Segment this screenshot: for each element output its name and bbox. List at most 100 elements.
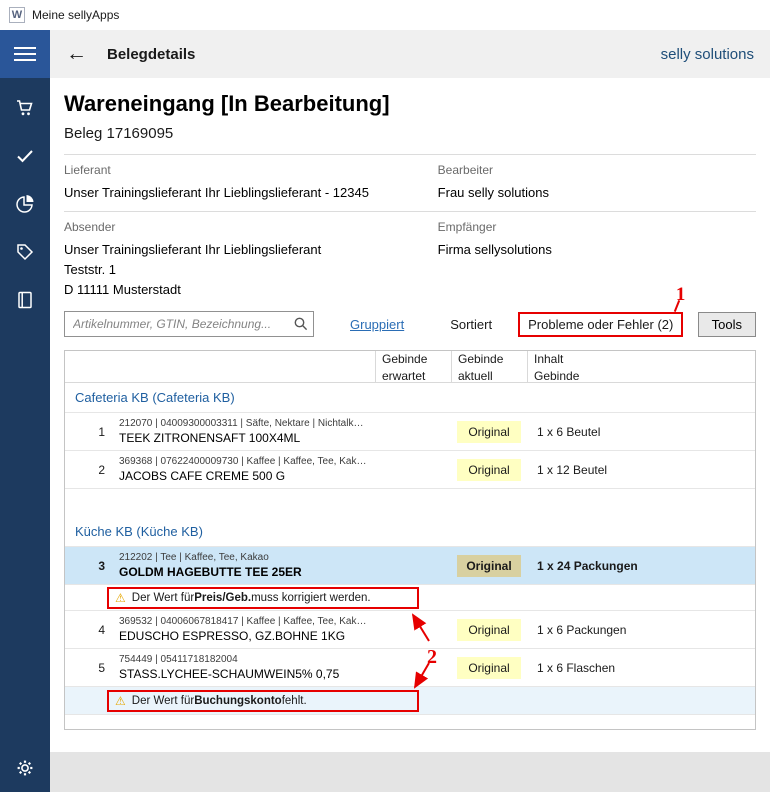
search-icon[interactable] [293,316,309,335]
row-number: 5 [65,649,111,686]
gebinde-aktuell-badge[interactable]: Original [457,619,521,641]
table-row-selected[interactable]: 3 212202 | Tee | Kaffee, Tee, Kakao GOLD… [65,547,755,585]
inhalt-cell: 1 x 6 Packungen [527,611,755,648]
field-empfaenger: Empfänger Firma sellysolutions [438,220,756,300]
field-label: Absender [64,220,438,234]
group-header-label: Cafeteria KB (Cafeteria KB) [75,390,235,405]
group-header-kueche[interactable]: Küche KB (Küche KB) [65,517,755,547]
warning-text: Der Wert für [132,695,194,707]
article-info: 754449 | 05411718182004 [119,654,367,665]
article-info: 369368 | 07622400009730 | Kaffee | Kaffe… [119,456,367,467]
field-label: Empfänger [438,220,756,234]
tools-button[interactable]: Tools [698,312,756,337]
row-number: 2 [65,451,111,488]
warning-message-buchungskonto: ⚠ Der Wert für Buchungskonto fehlt. [107,690,419,712]
tag-icon[interactable] [0,228,50,276]
app-icon: W [9,7,25,23]
field-absender: Absender Unser Trainingslieferant Ihr Li… [64,220,438,300]
article-cell: 212070 | 04009300003311 | Säfte, Nektare… [111,413,375,450]
table-bottom-padding [65,715,755,729]
article-name: STASS.LYCHEE-SCHAUMWEIN5% 0,75 [119,667,367,681]
field-value: Frau selly solutions [438,183,756,203]
problems-filter[interactable]: Probleme oder Fehler (2) [518,312,683,337]
back-button[interactable]: ← [66,42,87,66]
group-header-label: Küche KB (Küche KB) [75,524,203,539]
journal-icon[interactable] [0,276,50,324]
table-row[interactable]: 4 369532 | 04006067818417 | Kaffee | Kaf… [65,611,755,649]
field-bearbeiter: Bearbeiter Frau selly solutions [438,163,756,203]
article-name: TEEK ZITRONENSAFT 100X4ML [119,431,367,445]
article-name: EDUSCHO ESPRESSO, GZ.BOHNE 1KG [119,629,367,643]
inhalt-cell: 1 x 24 Packungen [527,547,755,584]
warning-row: ⚠ Der Wert für Preis/Geb. muss korrigier… [65,585,755,611]
warning-term: Buchungskonto [194,695,282,707]
article-info: 212070 | 04009300003311 | Säfte, Nektare… [119,418,367,429]
gear-icon[interactable] [0,744,50,792]
page-header-title: Belegdetails [107,46,195,63]
table-row[interactable]: 2 369368 | 07622400009730 | Kaffee | Kaf… [65,451,755,489]
warning-text: muss korrigiert werden. [251,592,371,604]
article-name: JACOBS CAFE CREME 500 G [119,469,367,483]
document-number: Beleg 17169095 [64,124,756,144]
article-cell: 754449 | 05411718182004 STASS.LYCHEE-SCH… [111,649,375,686]
divider [64,154,756,155]
warning-term: Preis/Geb. [194,592,251,604]
gebinde-aktuell-badge[interactable]: Original [457,459,521,481]
pie-chart-icon[interactable] [0,180,50,228]
field-value: Unser Trainingslieferant Ihr Lieblingsli… [64,183,438,203]
article-name: GOLDM HAGEBUTTE TEE 25ER [119,565,367,579]
warning-row: ⚠ Der Wert für Buchungskonto fehlt. [65,687,755,715]
window-titlebar: W Meine sellyApps [0,0,770,30]
page-header: ← Belegdetails selly solutions [50,30,770,78]
group-spacer [65,489,755,517]
check-icon[interactable] [0,132,50,180]
field-value-line: D 11111 Musterstadt [64,280,438,300]
gebinde-aktuell-badge[interactable]: Original [457,555,521,577]
warning-message-preis: ⚠ Der Wert für Preis/Geb. muss korrigier… [107,587,419,609]
hamburger-menu-button[interactable] [0,30,50,78]
article-info: 369532 | 04006067818417 | Kaffee | Kaffe… [119,616,367,627]
field-label: Bearbeiter [438,163,756,177]
column-header-inhalt-gebinde: Inhalt Gebinde [527,351,755,382]
list-toolbar: Gruppiert Sortiert Probleme oder Fehler … [64,310,756,338]
divider [64,211,756,212]
field-value: Firma sellysolutions [438,240,756,260]
status-footer [50,752,770,792]
field-lieferant: Lieferant Unser Trainingslieferant Ihr L… [64,163,438,203]
row-number: 4 [65,611,111,648]
table-row[interactable]: 1 212070 | 04009300003311 | Säfte, Nekta… [65,413,755,451]
column-header-gebinde-erwartet: Gebinde erwartet [375,351,451,382]
gebinde-aktuell-badge[interactable]: Original [457,421,521,443]
group-header-cafeteria[interactable]: Cafeteria KB (Cafeteria KB) [65,383,755,413]
sorted-toggle[interactable]: Sortiert [450,317,492,332]
document-title: Wareneingang [In Bearbeitung] [64,90,756,118]
window-title: Meine sellyApps [32,8,119,22]
grouped-toggle[interactable]: Gruppiert [350,317,404,332]
inhalt-cell: 1 x 6 Flaschen [527,649,755,686]
table-row[interactable]: 5 754449 | 05411718182004 STASS.LYCHEE-S… [65,649,755,687]
row-number: 3 [65,547,111,584]
article-cell: 369532 | 04006067818417 | Kaffee | Kaffe… [111,611,375,648]
article-info: 212202 | Tee | Kaffee, Tee, Kakao [119,552,367,563]
warning-icon: ⚠ [115,694,126,708]
field-value-line: Unser Trainingslieferant Ihr Lieblingsli… [64,240,438,260]
article-cell: 369368 | 07622400009730 | Kaffee | Kaffe… [111,451,375,488]
warning-text: fehlt. [282,695,307,707]
field-label: Lieferant [64,163,438,177]
cart-icon[interactable] [0,84,50,132]
sidebar [0,30,50,792]
field-value-line: Teststr. 1 [64,260,438,280]
problems-filter-wrap: Probleme oder Fehler (2) 1 [518,312,683,337]
row-number: 1 [65,413,111,450]
warning-icon: ⚠ [115,591,126,605]
brand-label: selly solutions [661,46,754,63]
table-header-row: Gebinde erwartet Gebinde aktuell Inhalt … [65,351,755,383]
column-header-gebinde-aktuell: Gebinde aktuell [451,351,527,382]
search-input[interactable] [64,311,314,337]
positions-table: Gebinde erwartet Gebinde aktuell Inhalt … [64,350,756,730]
warning-text: Der Wert für [132,592,194,604]
article-cell: 212202 | Tee | Kaffee, Tee, Kakao GOLDM … [111,547,375,584]
inhalt-cell: 1 x 6 Beutel [527,413,755,450]
gebinde-aktuell-badge[interactable]: Original [457,657,521,679]
inhalt-cell: 1 x 12 Beutel [527,451,755,488]
